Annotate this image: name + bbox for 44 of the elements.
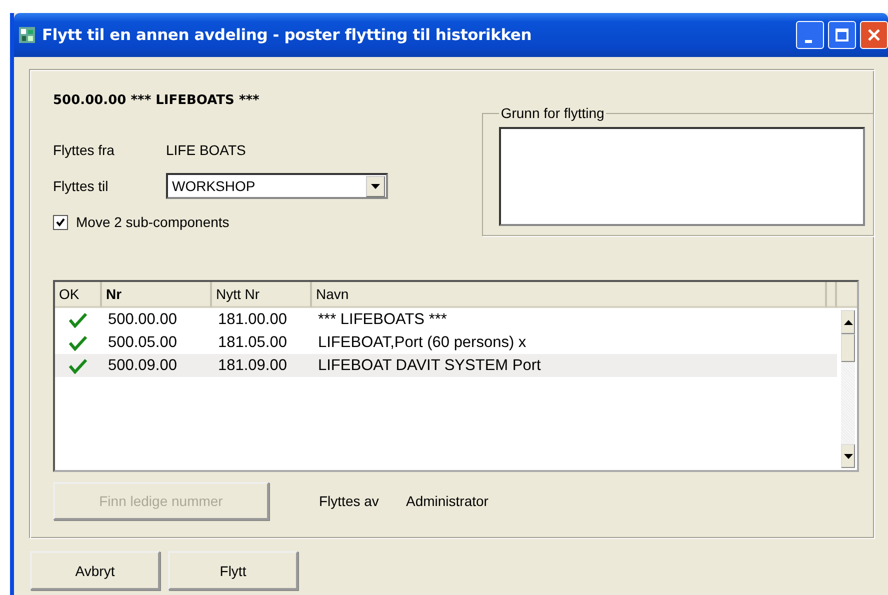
column-header[interactable]: Nr bbox=[102, 282, 212, 308]
close-icon bbox=[867, 28, 881, 42]
up-arrow-icon bbox=[844, 320, 852, 324]
scrollbar-thumb[interactable] bbox=[841, 334, 855, 362]
table-cell: 500.09.00 bbox=[108, 356, 177, 374]
minimize-button[interactable] bbox=[796, 21, 824, 49]
field-label: Flyttes av bbox=[319, 493, 380, 509]
checkbox-label: Move 2 sub-components bbox=[76, 214, 230, 230]
table-row[interactable]: 500.05.00 181.05.00 LIFEBOAT,Port (60 persons) x bbox=[55, 331, 837, 354]
window-title: Flytt til en annen avdeling - poster flytting til historikken bbox=[42, 26, 533, 44]
field-label: Flyttes til bbox=[53, 178, 110, 194]
item-heading: 500.00.00 *** LIFEBOATS *** bbox=[53, 93, 260, 108]
table-row[interactable]: 500.09.00 181.09.00 LIFEBOAT DAVIT SYSTEM Port bbox=[55, 354, 837, 377]
group-label: Grunn for flytting bbox=[498, 105, 606, 121]
dialog-button[interactable]: Avbryt bbox=[30, 551, 160, 590]
table-row[interactable]: 500.00.00 181.00.00 *** LIFEBOATS *** bbox=[55, 308, 837, 331]
table-cell: LIFEBOAT DAVIT SYSTEM Port bbox=[318, 356, 541, 374]
column-header[interactable]: Nytt Nr bbox=[212, 282, 312, 308]
scroll-down-button[interactable] bbox=[841, 444, 855, 468]
table-cell: LIFEBOAT,Port (60 persons) x bbox=[318, 334, 526, 350]
department-dropdown[interactable]: WORKSHOP bbox=[166, 173, 388, 199]
app-icon bbox=[18, 26, 36, 44]
column-header[interactable]: OK bbox=[55, 282, 102, 308]
dropdown-arrow-icon bbox=[371, 184, 380, 188]
maximize-icon bbox=[835, 28, 849, 42]
close-button[interactable] bbox=[860, 21, 888, 49]
checkbox[interactable] bbox=[53, 214, 68, 230]
scroll-up-button[interactable] bbox=[841, 310, 855, 334]
column-header[interactable]: Navn bbox=[312, 282, 827, 308]
down-arrow-icon bbox=[844, 454, 852, 458]
header-corner bbox=[837, 282, 857, 308]
field-value: Administrator bbox=[406, 493, 488, 509]
table-cell: 181.05.00 bbox=[218, 334, 287, 350]
maximize-button[interactable] bbox=[828, 21, 856, 49]
table-cell: 181.09.00 bbox=[218, 356, 287, 374]
minimize-icon bbox=[805, 40, 812, 42]
table-cell: 181.00.00 bbox=[218, 310, 287, 328]
field-value: LIFE BOATS bbox=[166, 142, 246, 158]
table-cell: *** LIFEBOATS *** bbox=[318, 310, 447, 328]
reason-field[interactable] bbox=[498, 127, 865, 226]
dialog-button[interactable]: Flytt bbox=[168, 551, 298, 590]
table-cell: 500.05.00 bbox=[108, 334, 177, 350]
field-label: Flyttes fra bbox=[53, 142, 116, 158]
table-cell: 500.00.00 bbox=[108, 310, 177, 328]
